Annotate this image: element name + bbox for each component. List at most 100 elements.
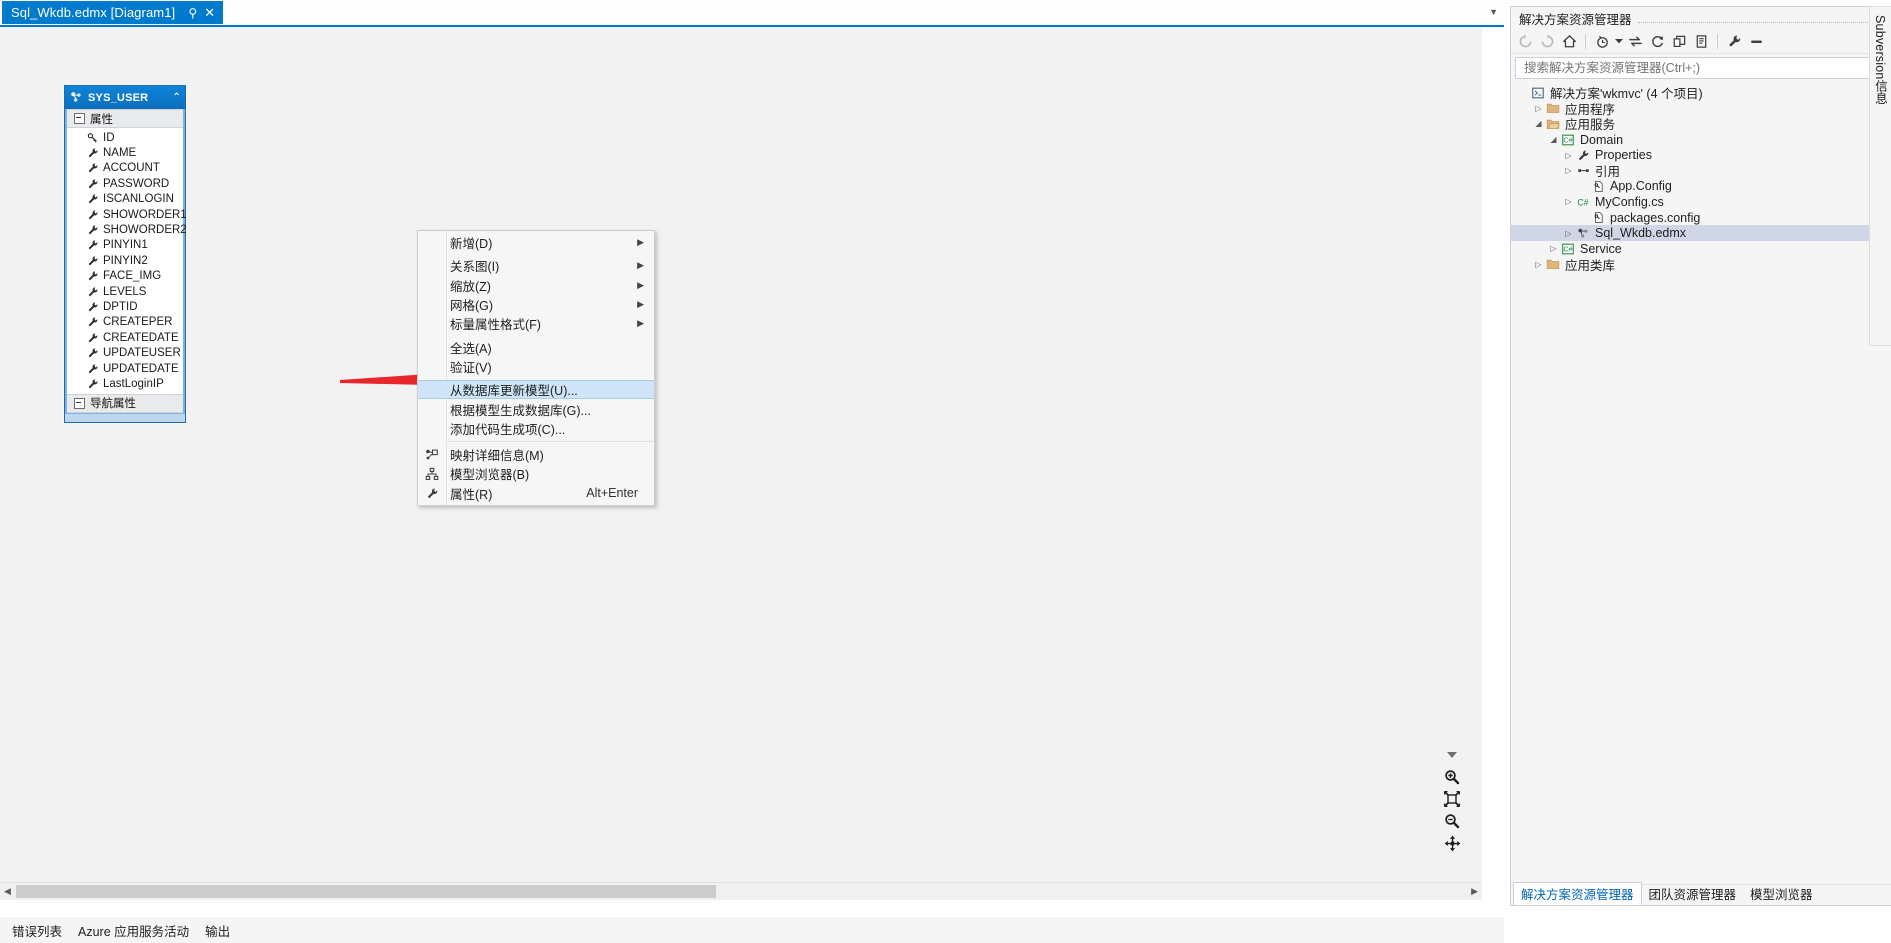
tool-window-tab[interactable]: 模型浏览器 — [1743, 883, 1820, 905]
solution-explorer-tree[interactable]: 解决方案'wkmvc' (4 个项目) ▷ 应用程序 ◢ 应用服务 ◢ C# Domain ▷ P… — [1511, 83, 1891, 884]
chevron-up-icon[interactable]: ⌃ — [170, 92, 181, 103]
entity-property-row[interactable]: LEVELS — [67, 284, 183, 299]
tree-item[interactable]: ▷ Properties — [1511, 147, 1891, 163]
tree-item[interactable]: ◢ 应用服务 — [1511, 116, 1891, 132]
expanded-twisty-icon[interactable]: ◢ — [1547, 135, 1560, 144]
show-all-files-icon[interactable] — [1691, 31, 1711, 51]
collapse-all-icon[interactable] — [1669, 31, 1689, 51]
context-menu-item[interactable]: 新增(D) ▶ — [418, 233, 654, 252]
solution-explorer-toolbar[interactable] — [1511, 29, 1891, 54]
context-menu-item[interactable]: 根据模型生成数据库(G)... — [418, 399, 654, 418]
edmx-designer-canvas[interactable]: SYS_USER ⌃ 属性 ID NAME ACCOUNT PASSWORD ISCAN… — [0, 27, 1482, 900]
tree-item[interactable]: packages.config — [1511, 210, 1891, 226]
scroll-right-arrow-icon[interactable]: ▶ — [1471, 886, 1478, 897]
entity-property-row[interactable]: CREATEPER — [67, 315, 183, 330]
collapsed-twisty-icon[interactable]: ▷ — [1562, 166, 1575, 175]
collapsed-twisty-icon[interactable]: ▷ — [1562, 197, 1575, 206]
zoom-in-icon[interactable] — [1443, 768, 1461, 786]
forward-icon[interactable] — [1537, 31, 1557, 51]
entity-property-row[interactable]: LastLoginIP — [67, 376, 183, 391]
tree-item[interactable]: ◢ C# Domain — [1511, 132, 1891, 148]
collapse-expander-icon[interactable] — [74, 397, 85, 409]
tree-item[interactable]: ▷ C# MyConfig.cs — [1511, 194, 1891, 210]
entity-property-row[interactable]: DPTID — [67, 299, 183, 314]
tree-item-selected[interactable]: ▷ Sql_Wkdb.edmx — [1511, 225, 1891, 241]
context-menu-item[interactable]: 验证(V) — [418, 357, 654, 376]
canvas-zoom-tools[interactable] — [1442, 746, 1462, 852]
context-menu-item[interactable]: 映射详细信息(M) — [418, 445, 654, 464]
entity-property-row[interactable]: NAME — [67, 145, 183, 160]
tree-item[interactable]: App.Config — [1511, 179, 1891, 195]
home-icon[interactable] — [1559, 31, 1579, 51]
context-menu-item[interactable]: 网格(G) ▶ — [418, 295, 654, 314]
context-menu-item[interactable]: 关系图(I) ▶ — [418, 256, 654, 275]
scrollbar-thumb[interactable] — [16, 885, 716, 898]
tree-item[interactable]: ▷ 引用 — [1511, 163, 1891, 179]
tree-item-label: 应用服务 — [1565, 118, 1616, 133]
section-navigation-properties[interactable]: 导航属性 — [67, 393, 183, 413]
collapsed-twisty-icon[interactable]: ▷ — [1562, 151, 1575, 160]
expanded-twisty-icon[interactable]: ◢ — [1532, 119, 1545, 128]
scalar-property-icon — [87, 162, 99, 174]
designer-context-menu[interactable]: 新增(D) ▶ 关系图(I) ▶ 缩放(Z) ▶ 网格(G) ▶ 标量属性格式(F) ▶ 全选(A)… — [417, 230, 655, 506]
pin-icon[interactable]: ⚲ — [185, 5, 200, 21]
subversion-info-dock[interactable]: Subversion信息 — [1869, 6, 1891, 346]
tree-item[interactable]: ▷ 应用类库 — [1511, 257, 1891, 273]
context-menu-item[interactable]: 全选(A) — [418, 337, 654, 356]
document-tab-sql-wkdb-edmx[interactable]: Sql_Wkdb.edmx [Diagram1] ⚲ ✕ — [2, 1, 224, 24]
context-menu-item[interactable]: 模型浏览器(B) — [418, 464, 654, 483]
collapsed-twisty-icon[interactable]: ▷ — [1547, 244, 1560, 253]
bottom-tool-tab[interactable]: Azure 应用服务活动 — [70, 919, 197, 942]
sync-with-active-document-icon[interactable] — [1625, 31, 1645, 51]
bottom-tool-tab[interactable]: 错误列表 — [4, 919, 70, 942]
zoom-collapse-icon[interactable] — [1443, 746, 1461, 764]
solution-explorer-tool-tabs[interactable]: 解决方案资源管理器 团队资源管理器 模型浏览器 — [1511, 882, 1891, 905]
entity-header[interactable]: SYS_USER ⌃ — [65, 86, 185, 109]
collapsed-twisty-icon[interactable]: ▷ — [1532, 260, 1545, 269]
back-icon[interactable] — [1515, 31, 1535, 51]
solution-explorer-search[interactable]: ▼ — [1515, 57, 1891, 79]
entity-property-row[interactable]: SHOWORDER2 — [67, 222, 187, 237]
bottom-tool-window-tabs[interactable]: 错误列表 Azure 应用服务活动 输出 — [0, 917, 1504, 943]
chevron-down-icon[interactable] — [1614, 31, 1623, 51]
context-menu-separator — [446, 440, 654, 442]
canvas-horizontal-scrollbar[interactable]: ◀ ▶ — [0, 882, 1482, 900]
properties-wrench-icon[interactable] — [1724, 31, 1744, 51]
pending-changes-icon[interactable] — [1592, 31, 1612, 51]
context-menu-item[interactable]: 从数据库更新模型(U)... — [418, 380, 654, 400]
entity-property-row[interactable]: ACCOUNT — [67, 161, 183, 176]
tool-window-tab[interactable]: 团队资源管理器 — [1642, 883, 1744, 905]
chevron-down-icon[interactable]: ▼ — [1489, 7, 1498, 17]
entity-property-row[interactable]: PINYIN1 — [67, 238, 183, 253]
entity-property-row[interactable]: PASSWORD — [67, 176, 183, 191]
preview-selected-items-icon[interactable] — [1746, 31, 1766, 51]
pan-icon[interactable] — [1443, 834, 1461, 852]
bottom-tool-tab[interactable]: 输出 — [197, 919, 238, 942]
entity-property-row[interactable]: PINYIN2 — [67, 253, 183, 268]
folder-icon — [1545, 101, 1561, 115]
entity-property-row[interactable]: ID — [67, 130, 183, 145]
collapsed-twisty-icon[interactable]: ▷ — [1562, 229, 1575, 238]
zoom-out-icon[interactable] — [1443, 812, 1461, 830]
entity-property-row[interactable]: UPDATEUSER — [67, 345, 183, 360]
context-menu-item[interactable]: 标量属性格式(F) ▶ — [418, 314, 654, 333]
entity-property-row[interactable]: CREATEDATE — [67, 330, 183, 345]
refresh-icon[interactable] — [1647, 31, 1667, 51]
collapsed-twisty-icon[interactable]: ▷ — [1532, 104, 1545, 113]
context-menu-item[interactable]: 缩放(Z) ▶ — [418, 276, 654, 295]
close-icon[interactable]: ✕ — [202, 5, 217, 21]
entity-sys-user[interactable]: SYS_USER ⌃ 属性 ID NAME ACCOUNT PASSWORD ISCAN… — [64, 85, 187, 423]
solution-explorer-panel[interactable]: 解决方案资源管理器 ▾ ⚲ ✕ — [1510, 6, 1891, 906]
entity-property-row[interactable]: SHOWORDER1 — [67, 207, 187, 222]
zoom-to-fit-icon[interactable] — [1443, 790, 1461, 808]
scroll-left-arrow-icon[interactable]: ◀ — [4, 886, 11, 897]
collapse-expander-icon[interactable] — [74, 113, 85, 124]
tool-window-tab[interactable]: 解决方案资源管理器 — [1513, 882, 1642, 905]
entity-property-row[interactable]: ISCANLOGIN — [67, 192, 183, 207]
search-input[interactable] — [1522, 60, 1891, 76]
entity-property-row[interactable]: FACE_IMG — [67, 269, 183, 284]
context-menu-item[interactable]: 添加代码生成项(C)... — [418, 419, 654, 438]
entity-property-row[interactable]: UPDATEDATE — [67, 361, 183, 376]
section-properties[interactable]: 属性 — [67, 109, 183, 128]
context-menu-item[interactable]: 属性(R) Alt+Enter — [418, 484, 654, 503]
